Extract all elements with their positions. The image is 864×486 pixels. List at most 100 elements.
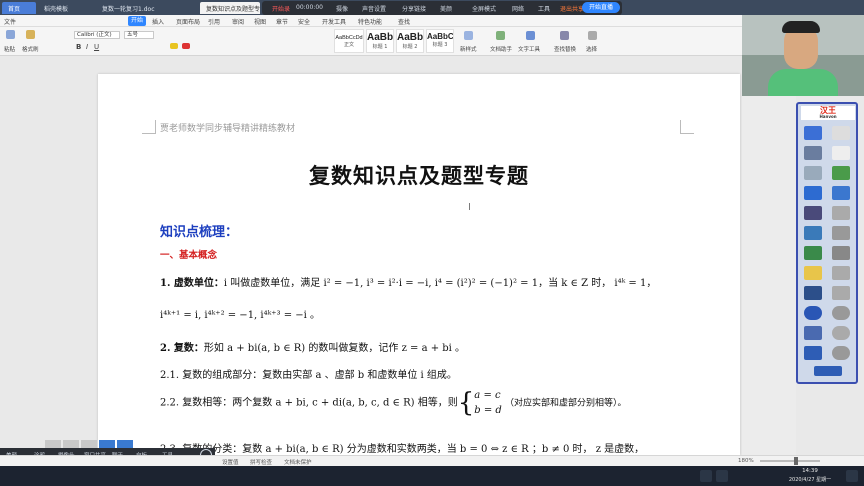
- menu-features[interactable]: 特色功能: [358, 17, 382, 26]
- save-icon[interactable]: [832, 186, 850, 200]
- text-assistant-button[interactable]: 文档助手: [490, 45, 512, 53]
- italic-button[interactable]: I: [86, 43, 88, 51]
- compass-icon[interactable]: [804, 226, 822, 240]
- menu-chapter[interactable]: 章节: [276, 17, 288, 26]
- new-style-icon[interactable]: [464, 31, 473, 40]
- ruler-icon[interactable]: [804, 266, 822, 280]
- assistant-icon[interactable]: [496, 31, 505, 40]
- menu-security[interactable]: 安全: [298, 17, 310, 26]
- close-icon[interactable]: [832, 346, 850, 360]
- fullscreen-button[interactable]: 全屏模式: [472, 4, 496, 13]
- status-spell-check[interactable]: 拼写检查: [250, 458, 272, 466]
- help-icon[interactable]: [804, 306, 822, 320]
- format-painter-button[interactable]: 格式刷: [22, 45, 39, 53]
- wrench-icon[interactable]: [804, 326, 822, 340]
- camera-button[interactable]: 摄像: [336, 4, 348, 13]
- zoom-level[interactable]: 180%: [738, 458, 754, 464]
- find-replace-button[interactable]: 查找替换: [554, 45, 576, 53]
- style-heading-3[interactable]: AaBbC 标题 3: [426, 29, 454, 53]
- volume-icon[interactable]: [716, 470, 728, 482]
- start-live-button[interactable]: 开始直播: [582, 2, 620, 13]
- minimize-panel-icon[interactable]: [814, 366, 842, 376]
- highlighter-icon[interactable]: [804, 146, 822, 160]
- end-share-button[interactable]: 退出共享: [560, 4, 584, 13]
- font-color-icon[interactable]: [182, 43, 190, 49]
- whiteboard-icon[interactable]: [804, 346, 822, 360]
- brand-logo: 汉王 Hanvon: [801, 106, 855, 120]
- speaker-settings-button[interactable]: 声音设置: [362, 4, 386, 13]
- menu-bar: 文件 开始 插入 页面布局 引用 审阅 视图 章节 安全 开发工具 特色功能 查…: [0, 15, 742, 27]
- zoom-icon[interactable]: [832, 166, 850, 180]
- taskbar: 14:39 2020/4/27 星期一: [0, 466, 864, 486]
- document-page[interactable]: 贾老师数学同步辅导精讲精练教材 复数知识点及题型专题 I 知识点梳理： 一、基本…: [98, 74, 740, 455]
- pen-icon[interactable]: [804, 126, 822, 140]
- menu-references[interactable]: 引用: [208, 17, 220, 26]
- tab-templates[interactable]: 稻壳模板: [38, 2, 94, 14]
- section-heading: 知识点梳理：: [160, 225, 239, 240]
- paste-icon[interactable]: [6, 30, 15, 39]
- notification-icon[interactable]: [846, 470, 858, 482]
- font-name-select[interactable]: Calibri (正文): [74, 31, 120, 39]
- select-icon[interactable]: [588, 31, 597, 40]
- hand-icon[interactable]: [832, 146, 850, 160]
- text-tools-button[interactable]: 文字工具: [518, 45, 540, 53]
- font-size-select[interactable]: 五号: [124, 31, 154, 39]
- pointer-icon[interactable]: [832, 126, 850, 140]
- style-heading-1[interactable]: AaBb 标题 1: [366, 29, 394, 53]
- webcam-feed: [742, 15, 864, 96]
- menu-file[interactable]: 文件: [4, 17, 16, 26]
- menu-layout[interactable]: 页面布局: [176, 17, 200, 26]
- ribbon-toolbar: 粘贴 格式刷 Calibri (正文) 五号 B I U AaBbCcDd 正文…: [0, 27, 742, 56]
- status-doc-protect[interactable]: 文档未保护: [284, 458, 312, 466]
- menu-insert[interactable]: 插入: [152, 17, 164, 26]
- taskbar-time: 14:39: [802, 468, 818, 474]
- paragraph-components: 2.1. 复数的组成部分：复数由实部 a 、虚部 b 和虚数单位 i 组成。: [160, 370, 457, 381]
- style-normal[interactable]: AaBbCcDd 正文: [334, 29, 364, 53]
- record-timer: 00:00:00: [296, 4, 323, 11]
- record-indicator[interactable]: 开始录: [272, 4, 290, 13]
- text-tools-icon[interactable]: [526, 31, 535, 40]
- line-icon[interactable]: [804, 206, 822, 220]
- more-tools-button[interactable]: 工具: [538, 4, 550, 13]
- share-link-button[interactable]: 分享链接: [402, 4, 426, 13]
- underline-button[interactable]: U: [94, 43, 99, 51]
- eraser-icon[interactable]: [804, 166, 822, 180]
- paragraph-equality: 2.2. 复数相等：两个复数 a + bi, c + di(a, b, c, d…: [160, 388, 627, 418]
- find-replace-icon[interactable]: [560, 31, 569, 40]
- format-painter-icon[interactable]: [26, 30, 35, 39]
- status-settings[interactable]: 设置值: [222, 458, 239, 466]
- fill-icon[interactable]: [804, 186, 822, 200]
- menu-home[interactable]: 开始: [128, 16, 147, 26]
- tab-document-1[interactable]: 复数一轮复习1.doc: [96, 2, 196, 14]
- bold-button[interactable]: B: [76, 43, 81, 51]
- tab-home[interactable]: 首页: [2, 2, 36, 14]
- paste-button[interactable]: 粘贴: [4, 45, 15, 53]
- tray-icon[interactable]: [700, 470, 712, 482]
- select-button[interactable]: 选择: [586, 45, 597, 53]
- zoom-slider[interactable]: [760, 460, 820, 462]
- camera-icon[interactable]: [832, 266, 850, 280]
- shapes-icon[interactable]: [804, 246, 822, 260]
- paragraph-imaginary-powers: i⁴ᵏ⁺¹ = i, i⁴ᵏ⁺² = −1, i⁴ᵏ⁺³ = −i 。: [160, 310, 321, 321]
- settings-icon[interactable]: [832, 306, 850, 320]
- taskbar-date: 2020/4/27 星期一: [788, 477, 832, 483]
- menu-developer[interactable]: 开发工具: [322, 17, 346, 26]
- menu-view[interactable]: 视图: [254, 17, 266, 26]
- window-icon[interactable]: [832, 286, 850, 300]
- highlight-icon[interactable]: [170, 43, 178, 49]
- menu-search[interactable]: 查找: [398, 17, 410, 26]
- paragraph-imaginary-unit: 1. 虚数单位：i 叫做虚数单位，满足 i² = −1, i³ = i²·i =…: [160, 278, 657, 289]
- tab-document-active[interactable]: 复数知识点及题型专...: [200, 2, 260, 14]
- margin-corner-right: [680, 120, 694, 134]
- print-icon[interactable]: [832, 226, 850, 240]
- screen-capture-icon[interactable]: [804, 286, 822, 300]
- new-style-button[interactable]: 新样式: [460, 45, 477, 53]
- keyboard-icon[interactable]: [832, 246, 850, 260]
- style-heading-2[interactable]: AaBb( 标题 2: [396, 29, 424, 53]
- network-button[interactable]: 网络: [512, 4, 524, 13]
- undo-icon[interactable]: [832, 326, 850, 340]
- monitor-icon[interactable]: [832, 206, 850, 220]
- zoom-slider-thumb[interactable]: [794, 457, 798, 465]
- beauty-button[interactable]: 美颜: [440, 4, 452, 13]
- menu-review[interactable]: 审阅: [232, 17, 244, 26]
